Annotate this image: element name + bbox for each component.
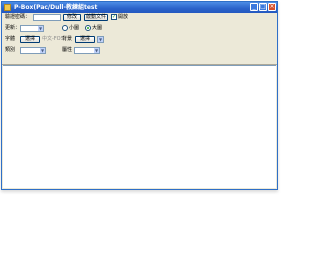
large-image-label: 大圖 [92,25,103,31]
password-field[interactable] [33,14,61,21]
minimize-button[interactable]: _ [250,3,258,11]
chevron-down-icon[interactable]: ▼ [40,48,45,53]
app-icon [4,4,11,11]
background-label: 背景 [62,36,73,42]
background-dropdown[interactable]: ▼ [97,36,104,43]
open-checkbox[interactable]: ✓ [111,14,117,20]
title-bar[interactable]: P-Box(Pac/Dull-教練組test _ □ × [2,2,277,13]
modify-button[interactable]: 修改 [63,14,81,21]
chevron-down-icon[interactable]: ▼ [94,48,99,53]
background-select-button[interactable]: 選擇 [75,36,95,43]
close-button[interactable]: × [268,3,276,11]
font-hint: 中文-FOS [42,36,64,42]
window-title: P-Box(Pac/Dull-教練組test [14,4,98,11]
update-label: 更新： [5,25,21,31]
font-select-button[interactable]: 選擇 [20,36,40,43]
password-label: 驗證密碼： [5,14,31,20]
update-dropdown[interactable]: ▼ [20,25,44,32]
content-area[interactable] [3,65,276,188]
small-image-label: 小圖 [69,25,80,31]
main-window: P-Box(Pac/Dull-教練組test _ □ × 驗證密碼： 修改 啟動… [1,1,278,190]
font-label: 字體 [5,36,16,42]
chevron-down-icon[interactable]: ▼ [38,26,43,31]
small-image-radio[interactable] [62,25,68,31]
attribute-label: 屬性 [62,47,73,53]
chevron-down-icon[interactable]: ▼ [98,37,103,42]
maximize-button[interactable]: □ [259,3,267,11]
attribute-dropdown[interactable]: ▼ [74,47,100,54]
large-image-radio[interactable] [85,25,91,31]
category-label: 類別 [5,47,16,53]
category-dropdown[interactable]: ▼ [20,47,46,54]
open-check-label: 開放 [118,14,129,20]
launch-file-button[interactable]: 啟動文件 [84,14,108,21]
